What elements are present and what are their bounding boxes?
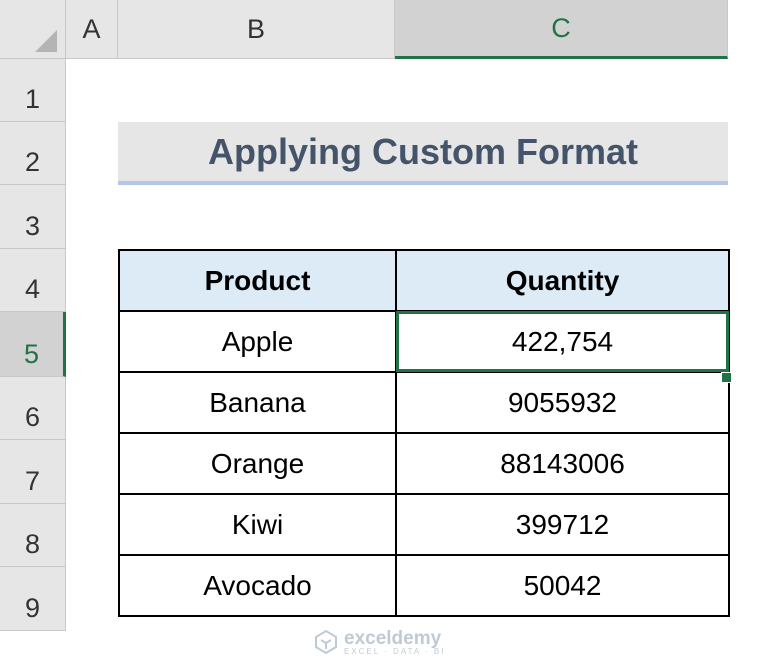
quantity-cell-active[interactable]: 422,754: [395, 310, 730, 373]
table-row: Apple 422,754: [118, 310, 730, 373]
table-row: Orange 88143006: [118, 432, 730, 495]
row-header-2[interactable]: 2: [0, 122, 66, 185]
select-all-button[interactable]: [0, 0, 66, 59]
quantity-cell[interactable]: 399712: [395, 493, 730, 556]
header-product[interactable]: Product: [118, 249, 397, 312]
table-row: Avocado 50042: [118, 554, 730, 617]
table-header-row: Product Quantity: [118, 249, 730, 312]
title-cell[interactable]: Applying Custom Format: [118, 122, 728, 185]
quantity-cell[interactable]: 50042: [395, 554, 730, 617]
product-cell[interactable]: Banana: [118, 371, 397, 434]
header-quantity[interactable]: Quantity: [395, 249, 730, 312]
watermark-name: exceldemy: [344, 627, 442, 649]
column-header-c[interactable]: C: [395, 0, 728, 59]
product-cell[interactable]: Avocado: [118, 554, 397, 617]
product-cell[interactable]: Kiwi: [118, 493, 397, 556]
row-header-9[interactable]: 9: [0, 567, 66, 631]
exceldemy-watermark: exceldemy EXCEL · DATA · BI: [312, 622, 445, 662]
row-header-8[interactable]: 8: [0, 504, 66, 567]
column-header-a[interactable]: A: [66, 0, 118, 59]
product-cell[interactable]: Apple: [118, 310, 397, 373]
quantity-cell[interactable]: 9055932: [395, 371, 730, 434]
table-row: Kiwi 399712: [118, 493, 730, 556]
select-all-triangle-icon: [35, 30, 57, 52]
row-header-3[interactable]: 3: [0, 185, 66, 249]
product-cell[interactable]: Orange: [118, 432, 397, 495]
watermark-tagline: EXCEL · DATA · BI: [344, 646, 446, 656]
row-header-5[interactable]: 5: [0, 312, 66, 377]
row-header-7[interactable]: 7: [0, 440, 66, 504]
row-header-6[interactable]: 6: [0, 377, 66, 440]
column-header-b[interactable]: B: [118, 0, 395, 59]
row-header-1[interactable]: 1: [0, 59, 66, 122]
table-row: Banana 9055932: [118, 371, 730, 434]
product-quantity-table: Product Quantity Apple 422,754 Banana 90…: [118, 249, 730, 617]
exceldemy-logo-icon: [315, 629, 337, 655]
quantity-cell[interactable]: 88143006: [395, 432, 730, 495]
row-header-4[interactable]: 4: [0, 249, 66, 312]
fill-handle[interactable]: [721, 372, 732, 383]
